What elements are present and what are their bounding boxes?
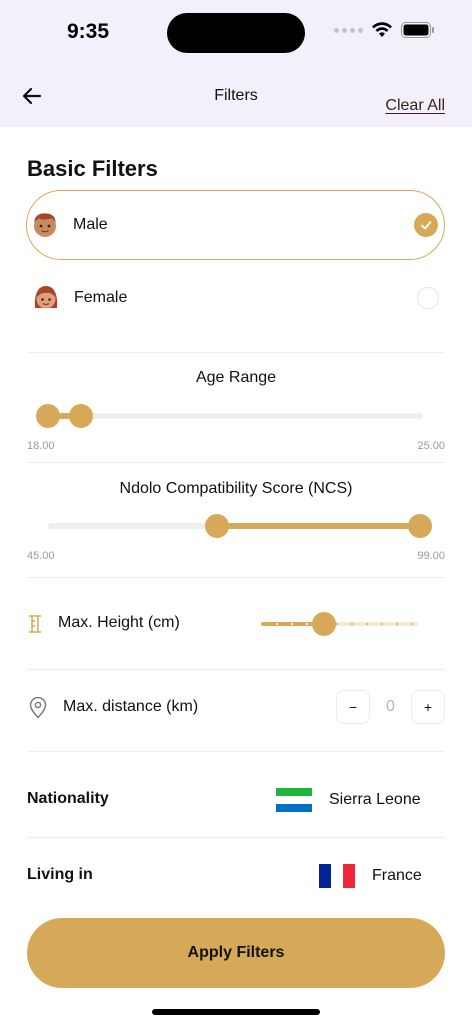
gender-label: Female	[74, 289, 128, 306]
slider-tick	[291, 623, 293, 625]
location-pin-icon	[29, 697, 47, 719]
wifi-icon	[372, 22, 392, 37]
status-icons	[334, 22, 435, 38]
dynamic-island	[167, 13, 305, 53]
checkmark-icon	[414, 213, 438, 237]
slider-tick	[336, 623, 338, 625]
ncs-slider-thumb-max[interactable]	[408, 514, 432, 538]
max-distance-label: Max. distance (km)	[63, 698, 199, 715]
gender-option-male[interactable]: Male	[26, 190, 445, 260]
age-slider-track[interactable]	[48, 413, 423, 419]
ncs-label: Ndolo Compatibility Score (NCS)	[119, 480, 353, 497]
nationality-value[interactable]: Sierra Leone	[329, 791, 421, 809]
slider-tick	[396, 623, 398, 625]
ncs-min-value: 45.00	[27, 550, 55, 562]
divider	[27, 462, 445, 463]
distance-increase-button[interactable]: +	[411, 690, 445, 724]
slider-tick	[351, 623, 353, 625]
apply-filters-button[interactable]: Apply Filters	[27, 918, 445, 988]
height-slider-thumb[interactable]	[311, 612, 336, 636]
height-slider[interactable]	[261, 612, 418, 636]
woman-emoji-icon	[34, 286, 58, 309]
slider-tick	[276, 623, 278, 625]
battery-icon	[401, 22, 434, 38]
gender-option-female[interactable]: Female	[26, 263, 445, 333]
nationality-label: Nationality	[27, 790, 109, 807]
radio-unchecked[interactable]	[417, 287, 439, 309]
distance-decrease-button[interactable]: −	[336, 690, 370, 724]
clear-all-link[interactable]: Clear All	[385, 97, 445, 115]
man-emoji-icon	[34, 213, 56, 237]
living-in-label: Living in	[27, 866, 93, 883]
slider-tick	[366, 623, 368, 625]
divider	[27, 577, 445, 578]
divider	[27, 352, 445, 353]
divider	[27, 837, 445, 838]
france-flag-icon	[319, 864, 355, 888]
slider-tick	[306, 623, 308, 625]
living-in-value[interactable]: France	[372, 867, 422, 885]
distance-value: 0	[386, 698, 395, 715]
ncs-slider-thumb-min[interactable]	[205, 514, 229, 538]
signal-icon	[334, 27, 363, 33]
slider-tick	[381, 623, 383, 625]
ncs-slider-fill	[217, 523, 420, 529]
sierra-leone-flag-icon	[276, 788, 312, 812]
ncs-max-value: 99.00	[417, 550, 445, 562]
age-range-label: Age Range	[195, 369, 277, 386]
age-min-value: 18.00	[27, 440, 55, 452]
section-title: Basic Filters	[27, 156, 158, 181]
max-height-label: Max. Height (cm)	[58, 614, 180, 631]
divider	[27, 751, 445, 752]
slider-tick	[411, 623, 413, 625]
gender-label: Male	[73, 216, 108, 233]
age-slider-thumb-max[interactable]	[69, 404, 93, 428]
age-max-value: 25.00	[417, 440, 445, 452]
age-slider-thumb-min[interactable]	[36, 404, 60, 428]
height-icon	[29, 615, 41, 633]
divider	[27, 669, 445, 670]
status-time: 9:35	[67, 20, 110, 43]
home-indicator	[152, 1009, 320, 1015]
